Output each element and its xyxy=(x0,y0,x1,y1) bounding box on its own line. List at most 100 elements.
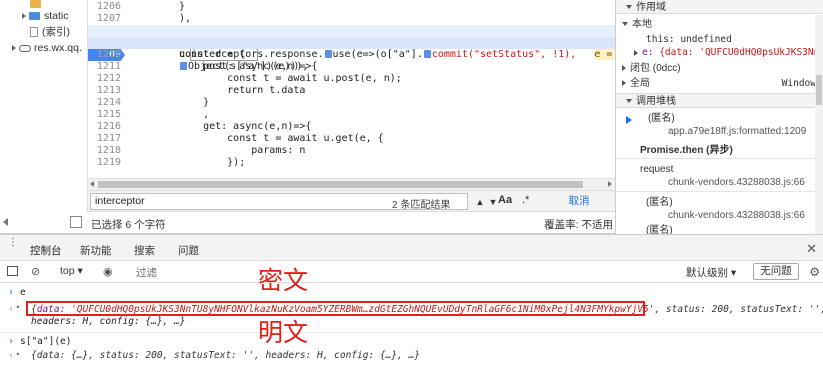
scope-label: 本地 xyxy=(632,19,652,30)
scope-section-header[interactable]: 作用域 xyxy=(616,0,823,14)
scope-local[interactable]: 本地 xyxy=(622,18,652,31)
object-rest: , status: 200, statusText: '', h xyxy=(654,304,823,315)
match-case-button[interactable]: Aa xyxy=(498,194,512,206)
sidebar-toggle-icon[interactable] xyxy=(7,266,18,276)
line-number[interactable]: 1210 xyxy=(88,49,125,61)
expand-arrow-icon[interactable]: ▸ xyxy=(16,302,21,311)
tree-item-index[interactable]: (索引) xyxy=(30,24,70,40)
expand-arrow-icon xyxy=(12,45,16,52)
frame-source: chunk-vendors.43288038.js:66 xyxy=(668,177,805,188)
line-number[interactable]: 1211 xyxy=(88,61,125,73)
more-options-icon[interactable]: ⋮ xyxy=(8,238,18,255)
line-number[interactable]: 1212 xyxy=(88,73,125,85)
code-editor[interactable]: 1206} 1207), 1208 u.interceptors.respons… xyxy=(88,0,615,178)
filter-input[interactable] xyxy=(130,263,670,280)
line-number[interactable]: 1218 xyxy=(88,145,125,157)
divider xyxy=(616,158,816,159)
scrollbar-thumb[interactable] xyxy=(816,75,822,105)
callstack-frame[interactable]: request xyxy=(640,163,673,176)
code-text: get: async(e,n)=>{ xyxy=(179,121,312,132)
context-select[interactable]: top ▾ xyxy=(60,265,83,277)
scope-value: this: undefined xyxy=(646,34,732,45)
frame-name: request xyxy=(640,164,674,175)
callstack-frame-source[interactable]: chunk-vendors.43288038.js:66 xyxy=(668,209,805,222)
tab-console[interactable]: 控制台 xyxy=(28,243,63,266)
scope-value: Window xyxy=(781,78,816,89)
scroll-left-icon[interactable] xyxy=(3,218,8,226)
decrypted-object-preview: {data: {…}, status: 200, statusText: '',… xyxy=(31,350,420,361)
callstack-frame-source[interactable]: app.a79e18ff.js:formatted:1209 xyxy=(668,125,806,138)
clear-console-icon[interactable]: ⊘ xyxy=(31,265,40,278)
line-number[interactable]: 1207 xyxy=(88,13,125,25)
prompt-arrow-icon: › xyxy=(8,287,15,298)
frame-source: app.a79e18ff.js:formatted:1209 xyxy=(668,126,807,137)
file-icon xyxy=(30,27,38,38)
gear-icon[interactable]: ⚙ xyxy=(809,265,820,279)
tab-whats-new[interactable]: 新功能 xyxy=(80,243,112,258)
scope-label: 闭包 (0dcc) xyxy=(630,63,681,74)
code-line: 1215 , xyxy=(88,109,615,121)
code-text: , xyxy=(179,109,210,120)
code-line: 1214 } xyxy=(88,97,615,109)
issues-button[interactable]: 无问题 xyxy=(753,263,799,280)
scope-closure[interactable]: 闭包 (0dcc) xyxy=(622,62,681,75)
regex-button[interactable]: .* xyxy=(522,194,529,206)
scope-e[interactable]: e: {data: 'QUFCU0dHQ0psUkJKS3NnT xyxy=(634,46,823,59)
eye-icon[interactable]: ◉ xyxy=(103,265,113,278)
filter-placeholder: 过滤 xyxy=(136,267,157,279)
previous-match-button[interactable]: ▲ xyxy=(473,195,487,209)
coverage-status: 覆盖率: 不适用 xyxy=(544,219,613,231)
async-separator: Promise.then (异步) xyxy=(640,144,733,157)
tree-item-domain[interactable]: res.wx.qq. xyxy=(12,40,82,56)
line-number[interactable]: 1214 xyxy=(88,97,125,109)
tab-issues[interactable]: 问题 xyxy=(178,243,199,258)
code-text: const t = await u.get(e, { xyxy=(179,133,384,144)
callstack-frame-source[interactable]: chunk-vendors.43288038.js:66 xyxy=(668,176,805,189)
code-line: 1216 get: async(e,n)=>{ xyxy=(88,121,615,133)
scope-key: e: xyxy=(642,47,654,58)
line-number[interactable]: 1219 xyxy=(88,157,125,169)
scroll-right-icon[interactable] xyxy=(608,181,612,187)
collapse-arrow-icon xyxy=(626,99,632,104)
line-number[interactable]: 1206 xyxy=(88,1,125,13)
scrollbar-thumb[interactable] xyxy=(98,181,583,188)
scope-global[interactable]: 全局 Window xyxy=(622,77,822,90)
expand-arrow-icon xyxy=(22,13,26,20)
frame-name: (匿名) xyxy=(646,225,673,234)
code-line-breakpoint: 1208 u.interceptors.response.use(e=>(o["… xyxy=(88,25,615,61)
callstack-frame[interactable]: (匿名) xyxy=(646,224,673,234)
line-number[interactable]: 1217 xyxy=(88,133,125,145)
log-level-select[interactable]: 默认级别 ▾ xyxy=(686,265,736,280)
editor-horizontal-scrollbar[interactable] xyxy=(88,178,615,190)
tree-item-static[interactable]: static xyxy=(22,8,69,24)
line-number[interactable]: 1215 xyxy=(88,109,125,121)
line-number[interactable]: 1216 xyxy=(88,121,125,133)
code-line: 1219 }); xyxy=(88,157,615,169)
code-text: }); xyxy=(179,157,246,168)
scroll-left-icon[interactable] xyxy=(90,181,94,187)
sidebar-scrollbar[interactable] xyxy=(815,15,823,234)
code-line: 1213 return t.data xyxy=(88,85,615,97)
callstack-frame[interactable]: (匿名) xyxy=(648,112,675,125)
match-count: 2 条匹配结果 xyxy=(392,200,451,211)
tab-search[interactable]: 搜索 xyxy=(134,243,155,258)
frame-name: (匿名) xyxy=(646,197,673,208)
console-output[interactable]: › e ‹ ▸ {data: 'QUFCU0dHQ0psUkJKS3NnTU8y… xyxy=(0,267,823,365)
console-input-row: › s["a"](e) xyxy=(0,336,823,348)
console-input-text: e xyxy=(20,287,26,298)
selection-status: 已选择 6 个字符 xyxy=(91,219,166,231)
toggle-sidebar-icon[interactable] xyxy=(70,216,82,228)
code-text: const t = await u.post(e, n); xyxy=(179,73,402,84)
cloud-icon xyxy=(19,44,31,52)
cancel-button[interactable]: 取消 xyxy=(543,193,615,210)
close-icon[interactable]: ✕ xyxy=(806,241,817,257)
expand-arrow-icon[interactable]: ▸ xyxy=(16,349,21,358)
console-result-row[interactable]: ‹ ▸ {data: {…}, status: 200, statusText:… xyxy=(0,349,823,362)
log-level-value: 默认级别 xyxy=(686,267,728,279)
expand-arrow-icon xyxy=(622,80,626,87)
file-tree: static (索引) res.wx.qq. xyxy=(0,0,88,222)
callstack-section-header[interactable]: 调用堆栈 xyxy=(616,93,823,108)
code-line: 1211 post: async(e,n)=>{ xyxy=(88,61,615,73)
callstack-frame[interactable]: (匿名) xyxy=(646,196,673,209)
line-number[interactable]: 1213 xyxy=(88,85,125,97)
